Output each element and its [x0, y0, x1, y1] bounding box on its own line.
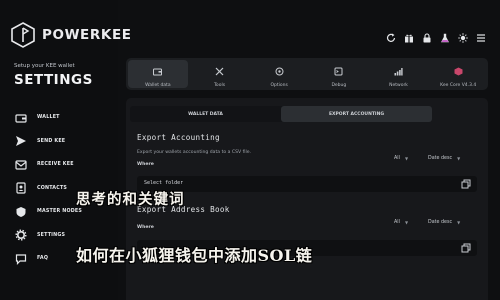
subtab-wallet-data[interactable]: WALLET DATA	[130, 106, 281, 122]
overlay-headline-text: 如何在小狐狸钱包中添加SOL链	[76, 246, 313, 265]
sun-icon[interactable]	[457, 32, 468, 43]
shield-icon	[14, 205, 28, 219]
gift-icon[interactable]	[403, 32, 414, 43]
options-icon	[275, 61, 284, 80]
address-book-filter-value: All	[394, 220, 400, 225]
powerkee-logo-icon	[11, 22, 35, 48]
select-folder-field[interactable]: Select folder	[137, 176, 477, 192]
chevron-down-icon: ▼	[457, 156, 461, 161]
main-tab-bar: Wallet data Tools Options Debug Network …	[126, 58, 488, 90]
send-icon	[14, 134, 28, 148]
tab-label: Tools	[213, 82, 226, 88]
debug-icon	[334, 61, 343, 80]
subtab-export-accounting[interactable]: EXPORT ACCOUNTING	[281, 106, 432, 122]
sidebar-item-label: MASTER NODES	[37, 209, 83, 215]
tab-network[interactable]: Network	[369, 58, 429, 90]
export-address-book-where-label: Where	[137, 225, 154, 230]
tab-label: Network	[389, 82, 408, 88]
chat-icon	[14, 252, 28, 266]
export-accounting-description: Export your wallets accounting data to a…	[137, 150, 252, 155]
flask-icon[interactable]	[439, 32, 450, 43]
address-book-sort-value: Date desc	[428, 220, 453, 225]
network-icon	[394, 61, 403, 80]
gear-icon	[14, 228, 28, 242]
brand: POWERKEE	[10, 22, 132, 48]
sidebar-item-receive-kee[interactable]: RECEIVE KEE	[14, 153, 114, 177]
accounting-filter-value: All	[394, 156, 400, 161]
contacts-icon	[14, 181, 28, 195]
copy-icon[interactable]	[461, 243, 471, 253]
tab-debug[interactable]: Debug	[309, 58, 369, 90]
menu-icon[interactable]	[475, 32, 486, 43]
export-accounting-title: Export Accounting	[137, 133, 220, 142]
tab-tools[interactable]: Tools	[190, 58, 250, 90]
refresh-icon[interactable]	[385, 32, 396, 43]
sidebar-item-label: SETTINGS	[37, 232, 66, 238]
sidebar-item-label: FAQ	[37, 256, 49, 262]
address-book-filter-dropdown[interactable]: All ▼	[394, 220, 408, 225]
core-icon	[454, 61, 463, 80]
accounting-filter-dropdown[interactable]: All ▼	[394, 156, 408, 161]
accounting-sort-value: Date desc	[428, 156, 453, 161]
brand-name: POWERKEE	[42, 27, 132, 43]
chevron-down-icon: ▼	[404, 220, 409, 225]
sidebar-item-label: CONTACTS	[37, 185, 68, 191]
sidebar-item-label: WALLET	[37, 115, 60, 121]
wallet-icon	[153, 61, 163, 80]
sidebar-subtitle: Setup your KEE wallet	[14, 63, 75, 69]
sidebar-item-wallet[interactable]: WALLET	[14, 106, 114, 130]
sidebar-item-label: SEND KEE	[37, 138, 66, 144]
lock-icon[interactable]	[421, 32, 432, 43]
sidebar-section-title: SETTINGS	[14, 72, 93, 88]
tab-label: Kee Core V4.3.4	[440, 82, 477, 88]
chevron-down-icon: ▼	[404, 156, 409, 161]
overlay-keywords-text: 思考的和关键词	[76, 191, 185, 208]
tab-kee-core[interactable]: Kee Core V4.3.4	[428, 58, 488, 90]
sub-tab-bar: WALLET DATA EXPORT ACCOUNTING	[130, 106, 432, 122]
sidebar-item-label: RECEIVE KEE	[37, 162, 74, 168]
accounting-sort-dropdown[interactable]: Date desc ▼	[428, 156, 460, 161]
copy-icon[interactable]	[461, 179, 471, 189]
sidebar-item-send-kee[interactable]: SEND KEE	[14, 130, 114, 154]
tab-options[interactable]: Options	[249, 58, 309, 90]
wallet-icon	[14, 111, 28, 125]
chevron-down-icon: ▼	[457, 220, 461, 225]
tab-wallet-data[interactable]: Wallet data	[128, 60, 188, 88]
top-toolbar	[385, 32, 486, 43]
tab-label: Wallet data	[145, 82, 171, 88]
tools-icon	[215, 61, 224, 80]
export-accounting-where-label: Where	[137, 162, 154, 167]
tab-label: Debug	[331, 82, 347, 88]
tab-label: Options	[270, 82, 288, 88]
select-folder-label: Select folder	[144, 180, 184, 186]
receive-icon	[14, 158, 28, 172]
address-book-sort-dropdown[interactable]: Date desc ▼	[428, 220, 460, 225]
